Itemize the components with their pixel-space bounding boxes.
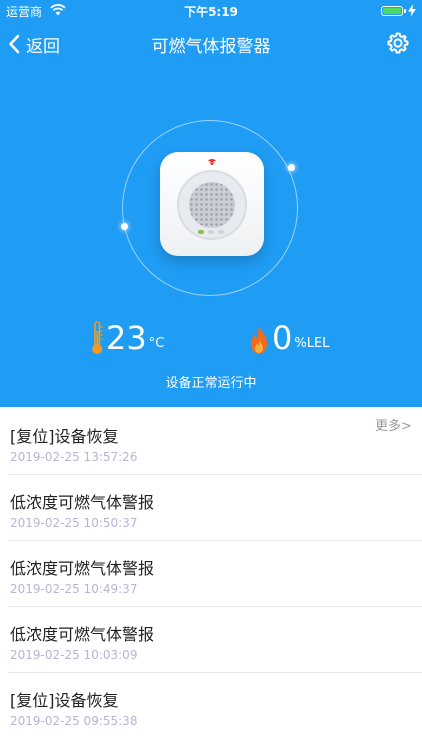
record-time: 2019-02-25 13:57:26 [10, 450, 138, 464]
gas-unit: %LEL [294, 336, 330, 351]
ring-dot-left [121, 223, 128, 230]
detector-sensor [189, 182, 235, 228]
record-item[interactable]: [复位]设备恢复 2019-02-25 13:57:26 [0, 409, 422, 475]
record-title: 低浓度可燃气体警报 [10, 493, 155, 512]
record-item[interactable]: 低浓度可燃气体警报 2019-02-25 10:50:37 [0, 475, 422, 541]
record-time: 2019-02-25 09:55:38 [10, 714, 138, 728]
nav-bar: 返回 可燃气体报警器 [0, 22, 422, 66]
flame-icon [251, 326, 267, 354]
record-time: 2019-02-25 10:49:37 [10, 582, 138, 596]
record-title: [复位]设备恢复 [10, 691, 119, 710]
gas-detector-image [160, 152, 264, 256]
detector-leds [198, 230, 224, 234]
device-wifi-icon [208, 159, 216, 165]
temperature-unit: °C [148, 336, 165, 351]
temperature-value: 23 [106, 319, 147, 357]
record-item[interactable]: 低浓度可燃气体警报 2019-02-25 10:03:09 [0, 607, 422, 673]
record-title: [复位]设备恢复 [10, 427, 119, 446]
device-status-text: 设备正常运行中 [165, 376, 257, 391]
gear-icon[interactable] [386, 31, 410, 55]
page-title: 可燃气体报警器 [151, 37, 271, 57]
gas-value: 0 [272, 319, 293, 357]
record-title: 低浓度可燃气体警报 [10, 625, 155, 644]
record-time: 2019-02-25 10:03:09 [10, 648, 138, 662]
ring-dot-right [288, 164, 295, 171]
record-title: 低浓度可燃气体警报 [10, 559, 155, 578]
battery-icon [381, 6, 403, 16]
record-item[interactable]: 低浓度可燃气体警报 2019-02-25 10:49:37 [0, 541, 422, 607]
charging-icon [408, 4, 416, 17]
battery-tip [404, 9, 406, 13]
record-time: 2019-02-25 10:50:37 [10, 516, 138, 530]
status-bar: 运营商 下午5:19 [0, 0, 422, 22]
device-header: 运营商 下午5:19 返回 可燃气体报警器 23 °C 0 %LEL 设备正常运… [0, 0, 422, 407]
record-item[interactable]: [复位]设备恢复 2019-02-25 09:55:38 [0, 673, 422, 739]
status-time: 下午5:19 [184, 5, 238, 19]
thermometer-icon [92, 321, 103, 354]
temperature-reading: 23 °C [90, 315, 164, 355]
gas-reading: 0 %LEL [248, 315, 329, 355]
